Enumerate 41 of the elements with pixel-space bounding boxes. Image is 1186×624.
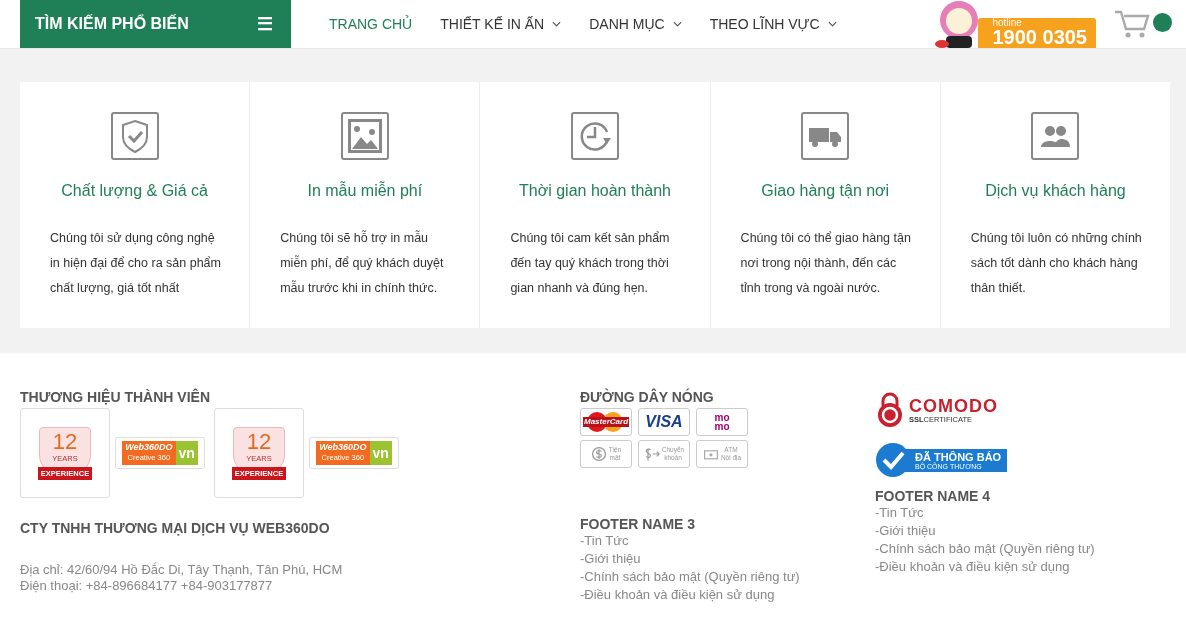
feature-title: Chất lượng & Giá cả xyxy=(61,182,208,200)
section-heading: FOOTER NAME 4 xyxy=(875,488,992,504)
nav-link[interactable]: TRANG CHỦ xyxy=(329,16,413,32)
section-heading: ĐƯỜNG DÂY NÓNG xyxy=(580,389,715,405)
feature-description: Chúng tôi sẽ hỗ trợ in mẫu miễn phí, để quý khách duyệt mẫu trước khi in chính thức. xyxy=(279,229,445,297)
clock-icon xyxy=(571,112,619,160)
feature-title: Thời gian hoàn thành xyxy=(519,182,671,200)
company-name: CTY TNHH THƯƠNG MẠI DỊCH VỤ WEB360DO xyxy=(20,520,331,536)
category-menu-button[interactable]: TÌM KIẾM PHỔ BIẾN ☰ xyxy=(20,0,291,48)
nav-link[interactable]: THEO LĨNH VỰC xyxy=(709,16,837,32)
cart-count-dot xyxy=(1153,12,1172,32)
section-heading: THƯƠNG HIỆU THÀNH VIÊN xyxy=(20,389,211,405)
footer-link[interactable]: -Tin Tức xyxy=(580,532,875,550)
footer-link[interactable]: -Điều khoản và điều kiện sử dụng xyxy=(580,586,875,604)
phone-text: Điện thoại: +84-896684177 +84-903177877 xyxy=(20,578,274,593)
footer-link[interactable]: -Giới thiệu xyxy=(580,550,875,568)
hotline-banner[interactable]: hotline 1900 0305 xyxy=(978,18,1096,48)
footer-link[interactable]: -Chính sách bảo mật (Quyền riêng tư) xyxy=(875,540,1175,558)
footer-link[interactable]: -Giới thiệu xyxy=(875,522,1175,540)
mastercard-payment-logo: MasterCard xyxy=(580,408,632,436)
image-icon xyxy=(340,112,389,160)
feature-title: Giao hàng tận nơi xyxy=(761,182,890,200)
footer-link[interactable]: -Tin Tức xyxy=(875,504,1175,522)
truck-icon xyxy=(801,112,850,160)
cart-icon[interactable] xyxy=(1114,9,1150,39)
feature-title: Dịch vụ khách hàng xyxy=(985,182,1126,200)
footer-link[interactable]: -Chính sách bảo mật (Quyền riêng tư) xyxy=(580,568,875,586)
nav-link[interactable]: DANH MỤC xyxy=(589,16,682,32)
section-heading: FOOTER NAME 3 xyxy=(580,516,697,532)
nav-link[interactable]: THIẾT KẾ IN ẤN xyxy=(440,16,562,32)
momo-payment-logo: mo mo xyxy=(696,408,748,436)
address-text: Địa chỉ: 42/60/94 Hồ Đắc Di, Tây Thạnh, Tân Phú, HCM xyxy=(20,562,344,577)
feature-description: Chúng tôi có thể giao hàng tận nơi trong nội thành, đến các tỉnh trong và ngoài nước. xyxy=(739,230,912,297)
footer-link[interactable]: -Điều khoản và điều kiện sử dụng xyxy=(875,558,1175,576)
shield-check-icon xyxy=(110,112,159,160)
feature-description: Chúng tôi luôn có những chính sách tốt dành cho khách hàng thân thiết. xyxy=(969,230,1143,297)
feature-description: Chúng tôi cam kết sản phẩm đến tay quý khách trong thời gian nhanh và đúng hẹn. xyxy=(509,230,671,297)
feature-title: In mẫu miễn phí xyxy=(307,182,423,200)
visa-payment-logo: VISA xyxy=(638,408,690,436)
feature-description: Chúng tôi sử dụng công nghệ in hiện đại để cho ra sản phẩm chất lượng, giá tốt nhất xyxy=(49,230,222,297)
users-icon xyxy=(1031,112,1080,160)
